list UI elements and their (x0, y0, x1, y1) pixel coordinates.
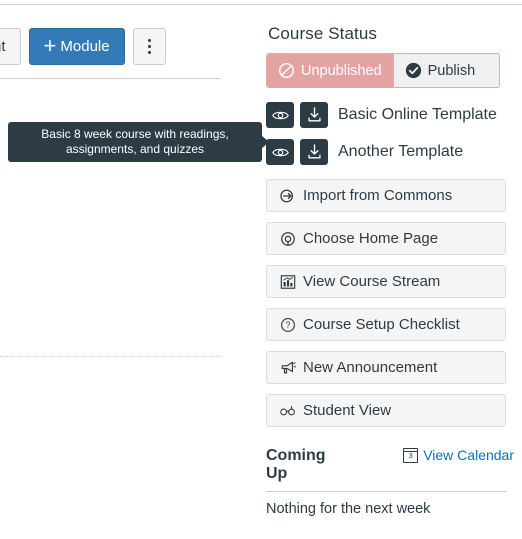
view-calendar-label: View Calendar (423, 447, 514, 463)
eye-icon (271, 148, 289, 156)
coming-up-empty-text: Nothing for the next week (266, 501, 431, 517)
view-calendar-link[interactable]: 3 View Calendar (402, 447, 514, 463)
view-course-stream-label: View Course Stream (303, 273, 441, 290)
coming-up-header: Coming Up 3 View Calendar (266, 447, 514, 483)
megaphone-icon (280, 360, 296, 376)
import-from-commons-label: Import from Commons (303, 187, 453, 204)
more-options-button[interactable] (132, 28, 166, 65)
choose-home-page-label: Choose Home Page (303, 230, 439, 247)
calendar-icon: 3 (402, 447, 419, 463)
import-from-commons-button[interactable]: Import from Commons (266, 179, 506, 212)
unpublished-button[interactable]: Unpublished (267, 54, 394, 87)
tooltip-text: Basic 8 week course with readings, assig… (41, 127, 229, 156)
course-status-toggle: Unpublished Publish (266, 53, 500, 88)
student-view-label: Student View (303, 402, 392, 419)
unpublished-icon (278, 62, 295, 79)
view-course-stream-button[interactable]: View Course Stream (266, 265, 506, 298)
top-divider (0, 4, 522, 5)
course-sidebar: Course Status Unpublished Publish Basic … (266, 24, 514, 517)
course-actions-list: Import from Commons Choose Home Page Vie… (266, 179, 514, 427)
add-module-button[interactable]: + Module (28, 28, 125, 65)
module-toolbar: Content + Module (0, 28, 166, 65)
template-label: Basic Online Template (338, 106, 497, 123)
plus-icon: + (43, 32, 57, 58)
glasses-icon (280, 403, 296, 419)
download-icon (307, 107, 321, 122)
calendar-day-number: 3 (408, 451, 413, 460)
new-announcement-label: New Announcement (303, 359, 438, 376)
svg-text:?: ? (286, 320, 291, 330)
kebab-dot-icon (147, 39, 151, 42)
download-icon (307, 144, 321, 159)
course-setup-checklist-button[interactable]: ? Course Setup Checklist (266, 308, 506, 341)
left-content-panel: Content + Module Basic 8 week course wit… (0, 10, 269, 539)
template-list: Basic Online Template Another Template (266, 102, 514, 165)
template-preview-button[interactable] (266, 139, 294, 165)
toolbar-divider (0, 78, 220, 79)
question-circle-icon: ? (280, 317, 296, 333)
template-import-button[interactable] (300, 102, 328, 128)
bar-chart-icon (280, 274, 296, 290)
publish-check-icon (405, 62, 421, 79)
template-row: Basic Online Template (266, 102, 514, 128)
student-view-button[interactable]: Student View (266, 394, 506, 427)
page-title: Course Status (268, 24, 378, 43)
kebab-dot-icon (147, 45, 151, 48)
template-row: Another Template (266, 139, 514, 165)
template-tooltip: Basic 8 week course with readings, assig… (8, 122, 269, 162)
course-setup-checklist-label: Course Setup Checklist (303, 316, 460, 333)
publish-label: Publish (427, 62, 476, 79)
eye-icon (271, 111, 289, 119)
dotted-divider (0, 356, 220, 357)
choose-home-page-button[interactable]: Choose Home Page (266, 222, 506, 255)
kebab-dot-icon (147, 51, 151, 54)
commons-icon (280, 188, 296, 204)
coming-up-divider (266, 491, 506, 492)
template-label: Another Template (338, 143, 464, 160)
add-module-label: Module (60, 38, 110, 55)
template-preview-button[interactable] (266, 102, 294, 128)
coming-up-title: Coming Up (266, 447, 326, 482)
content-button[interactable]: Content (0, 28, 21, 65)
unpublished-label: Unpublished (301, 62, 382, 79)
publish-button[interactable]: Publish (393, 54, 499, 87)
new-announcement-button[interactable]: New Announcement (266, 351, 506, 384)
target-icon (280, 231, 296, 247)
coming-up-section: Coming Up 3 View Calendar Nothing for th… (266, 447, 514, 517)
course-home-page: Content + Module Basic 8 week course wit… (0, 0, 522, 539)
template-import-button[interactable] (300, 139, 328, 165)
